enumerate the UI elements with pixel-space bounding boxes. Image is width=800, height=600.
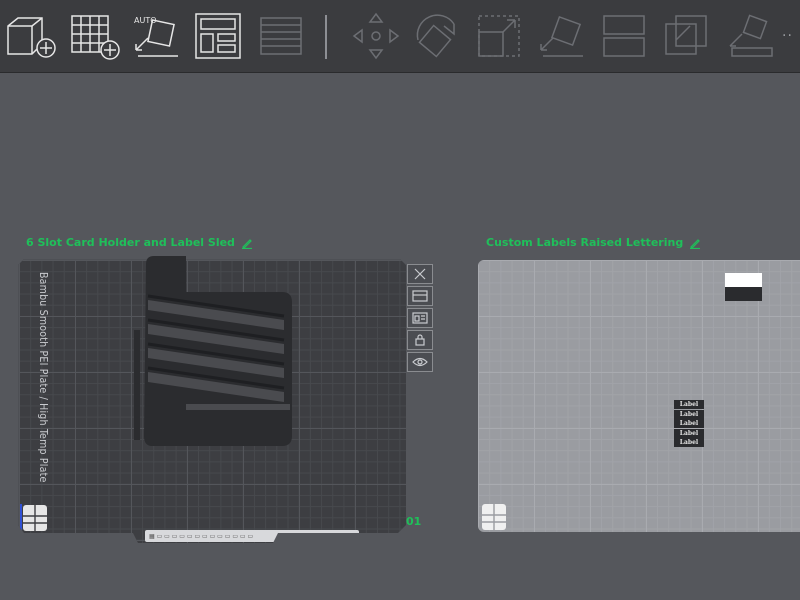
layers-button[interactable] bbox=[253, 8, 309, 64]
build-plate-2[interactable]: Label Label Label Label Label bbox=[478, 260, 800, 532]
add-plate-icon bbox=[71, 15, 120, 60]
arrange-plate-button[interactable] bbox=[407, 286, 433, 306]
plate-2-title-text: Custom Labels Raised Lettering bbox=[486, 236, 684, 249]
orient-plate-icon bbox=[412, 312, 428, 324]
label-chip: Label bbox=[674, 409, 704, 419]
scale-button[interactable] bbox=[471, 8, 527, 64]
paint-button[interactable] bbox=[722, 8, 778, 64]
lock-icon bbox=[415, 334, 425, 346]
edit-icon[interactable] bbox=[689, 237, 701, 249]
card-holder-model[interactable] bbox=[134, 256, 314, 456]
plate-2-title[interactable]: Custom Labels Raised Lettering bbox=[486, 236, 701, 249]
label-chip: Label bbox=[674, 428, 704, 438]
build-plate-1[interactable]: Bambu Smooth PEI Plate / High Temp Plate… bbox=[18, 256, 406, 543]
plate-1-title-text: 6 Slot Card Holder and Label Sled bbox=[26, 236, 235, 249]
label-chip: Label bbox=[674, 400, 704, 409]
add-plate-button[interactable] bbox=[66, 8, 122, 64]
plate-type-label: Bambu Smooth PEI Plate / High Temp Plate bbox=[37, 272, 49, 483]
rotate-icon bbox=[416, 14, 455, 58]
lay-on-face-button[interactable] bbox=[533, 8, 589, 64]
delete-plate-button[interactable] bbox=[407, 264, 433, 284]
bambu-logo-icon bbox=[23, 505, 47, 531]
top-toolbar: AUTO ·· bbox=[0, 0, 800, 73]
arrange-plate-icon bbox=[412, 290, 428, 302]
plate-info-bar: ▦ ▭ ▭ ▭ ▭ ▭ ▭ ▭ ▭ ▭ ▭ ▭ ▭ ▭ bbox=[145, 530, 359, 542]
arrange-button[interactable] bbox=[190, 8, 246, 64]
split-button[interactable] bbox=[596, 8, 652, 64]
auto-orient-button[interactable]: AUTO bbox=[128, 8, 184, 64]
add-cube-button[interactable] bbox=[2, 8, 58, 64]
edit-icon[interactable] bbox=[241, 237, 253, 249]
info-bar-text: ▦ ▭ ▭ ▭ ▭ ▭ ▭ ▭ ▭ ▭ ▭ ▭ ▭ ▭ bbox=[149, 532, 254, 540]
label-chip: Label bbox=[674, 419, 704, 429]
paint-icon bbox=[729, 14, 773, 57]
rotate-button[interactable] bbox=[408, 8, 464, 64]
lay-on-face-icon bbox=[540, 15, 583, 57]
close-icon bbox=[414, 268, 426, 280]
split-icon bbox=[603, 15, 645, 57]
eye-icon bbox=[412, 357, 428, 367]
toolbar-overflow[interactable]: ·· bbox=[782, 28, 793, 44]
arrange-icon bbox=[195, 13, 241, 59]
plate-1-number: 01 bbox=[406, 515, 422, 528]
orient-plate-button[interactable] bbox=[407, 308, 433, 328]
plate-1-title[interactable]: 6 Slot Card Holder and Label Sled bbox=[26, 236, 253, 249]
label-chip: Label bbox=[674, 438, 704, 448]
plate-visibility-button[interactable] bbox=[407, 352, 433, 372]
boolean-button[interactable] bbox=[658, 8, 714, 64]
toolbar-separator bbox=[325, 15, 327, 59]
lock-plate-button[interactable] bbox=[407, 330, 433, 350]
boolean-icon bbox=[665, 15, 707, 55]
move-button[interactable] bbox=[348, 8, 404, 64]
auto-orient-icon: AUTO bbox=[134, 16, 178, 57]
label-blank-model[interactable] bbox=[725, 273, 762, 301]
bambu-logo-icon bbox=[482, 504, 506, 530]
label-stack-model[interactable]: Label Label Label Label Label bbox=[674, 400, 704, 448]
scale-icon bbox=[478, 15, 520, 57]
layers-icon bbox=[260, 17, 302, 55]
move-icon bbox=[352, 12, 400, 60]
add-cube-icon bbox=[7, 17, 56, 58]
